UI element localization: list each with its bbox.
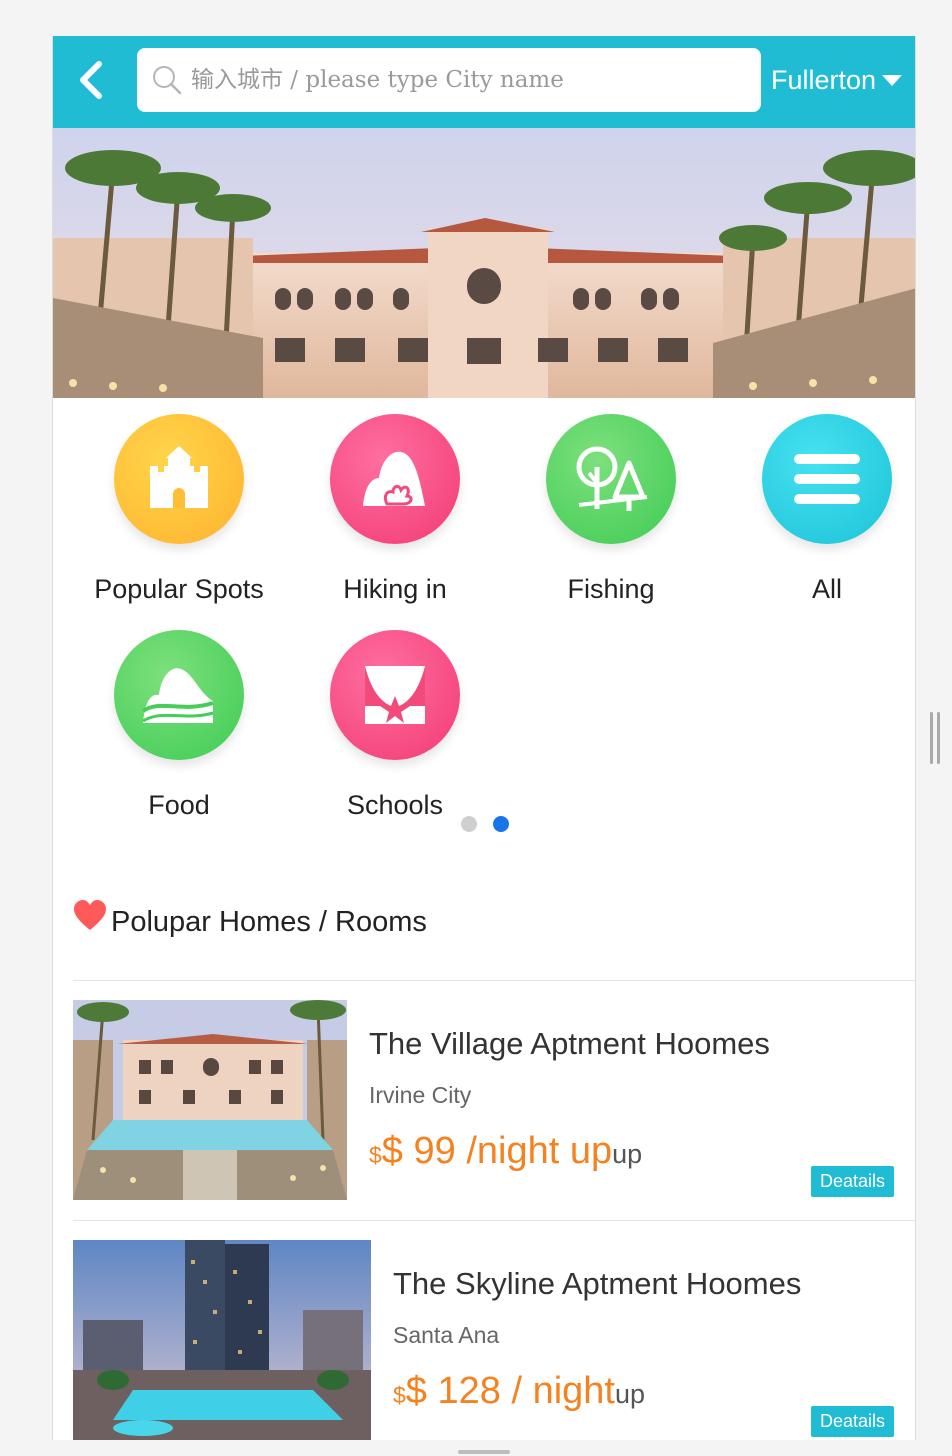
hills-icon bbox=[114, 630, 244, 760]
category-schools[interactable]: Schools bbox=[287, 630, 503, 821]
chevron-left-icon bbox=[80, 61, 102, 99]
listing-title: The Skyline Aptment Hoomes bbox=[393, 1266, 802, 1301]
hero-banner[interactable] bbox=[53, 128, 915, 398]
menu-icon bbox=[762, 414, 892, 544]
category-fishing[interactable]: Fishing bbox=[503, 414, 719, 605]
heart-icon bbox=[74, 899, 106, 930]
listing-price: $$ 128 / nightup bbox=[393, 1370, 645, 1413]
city-dropdown[interactable]: Fullerton bbox=[771, 62, 903, 98]
scroll-handle[interactable] bbox=[930, 712, 942, 764]
category-label: Hiking in bbox=[343, 574, 447, 604]
details-button[interactable]: Deatails bbox=[811, 1406, 895, 1437]
listing-card[interactable]: The Skyline Aptment Hoomes Santa Ana $$ … bbox=[73, 1240, 915, 1440]
category-food[interactable]: Food bbox=[71, 630, 287, 821]
section-title: Polupar Homes / Rooms bbox=[111, 906, 427, 938]
search-icon bbox=[147, 60, 187, 100]
castle-icon bbox=[114, 414, 244, 544]
category-hiking[interactable]: Hiking in bbox=[287, 414, 503, 605]
category-all[interactable]: All bbox=[719, 414, 915, 605]
bottom-drag-handle[interactable] bbox=[458, 1450, 510, 1454]
details-button[interactable]: Deatails bbox=[811, 1166, 895, 1197]
search-input[interactable] bbox=[187, 67, 761, 93]
category-label: Fishing bbox=[567, 574, 655, 604]
search-bar bbox=[137, 48, 761, 112]
listing-price: $$ 99 /night upup bbox=[369, 1130, 642, 1173]
currency-symbol: $ bbox=[393, 1382, 406, 1408]
listing-title: The Village Aptment Hoomes bbox=[369, 1026, 770, 1061]
category-label: Food bbox=[148, 790, 210, 820]
listing-card[interactable]: The Village Aptment Hoomes Irvine City $… bbox=[73, 1000, 915, 1200]
price-suffix: up bbox=[614, 1379, 646, 1409]
divider bbox=[73, 980, 915, 981]
price-value: $ 99 /night up bbox=[381, 1130, 613, 1172]
top-bar: Fullerton bbox=[53, 36, 915, 128]
trees-icon bbox=[546, 414, 676, 544]
app-screen: Fullerton bbox=[52, 36, 916, 1440]
theater-icon bbox=[330, 630, 460, 760]
listing-city: Santa Ana bbox=[393, 1322, 500, 1348]
section-heading: Polupar Homes / Rooms bbox=[73, 899, 427, 939]
divider bbox=[73, 1220, 915, 1221]
carousel-pager bbox=[461, 816, 509, 832]
category-label: Popular Spots bbox=[94, 574, 264, 604]
mountain-icon bbox=[330, 414, 460, 544]
currency-symbol: $ bbox=[369, 1142, 382, 1168]
back-button[interactable] bbox=[67, 56, 115, 104]
pager-dot-active[interactable] bbox=[493, 816, 509, 832]
price-suffix: up bbox=[612, 1139, 643, 1169]
caret-down-icon bbox=[882, 74, 903, 86]
price-value: $ 128 / night bbox=[405, 1370, 615, 1412]
listing-photo bbox=[73, 1240, 371, 1440]
category-popular-spots[interactable]: Popular Spots bbox=[71, 414, 287, 605]
city-label: Fullerton bbox=[771, 64, 877, 95]
pager-dot[interactable] bbox=[461, 816, 477, 832]
category-label: All bbox=[811, 574, 842, 604]
listing-photo bbox=[73, 1000, 347, 1200]
listing-city: Irvine City bbox=[369, 1082, 472, 1108]
banner-image bbox=[53, 128, 915, 398]
